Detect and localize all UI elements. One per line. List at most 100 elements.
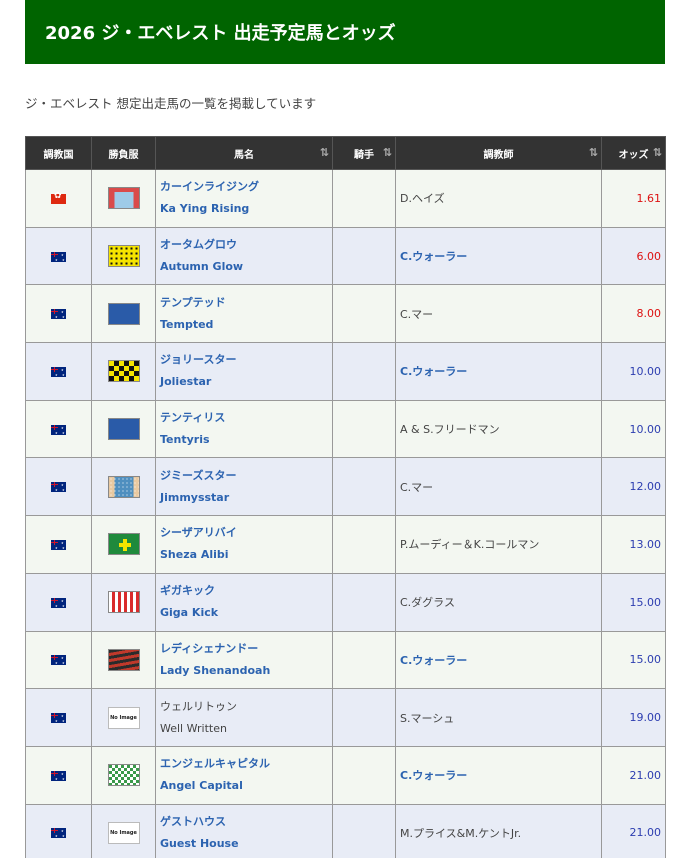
horse-name-cell: ジミーズスター Jimmysstar [155,457,333,517]
table-header-row: 調教国 勝負服 馬名 ⇅ 騎手 ⇅ 調教師 ⇅ オッズ ⇅ [25,136,666,170]
trainer-cell: C.マー [395,284,602,344]
odds-cell: 15.00 [601,630,666,690]
silk-cell [91,342,156,401]
sort-icon[interactable]: ⇅ [320,146,329,159]
horse-name-jp[interactable]: ジミーズスター [160,465,332,487]
jockey-cell [332,745,396,805]
country-cell: ★ ★ ★ [25,688,92,747]
jockey-silk-image [107,648,140,671]
horse-name-jp[interactable]: ギガキック [160,580,332,602]
column-header-jockey[interactable]: 騎手 ⇅ [332,136,396,170]
horse-name-en[interactable]: Tentyris [160,429,332,451]
page: 2026 ジ・エベレスト 出走予定馬とオッズ ジ・エベレスト 想定出走馬の一覧を… [0,0,684,858]
silk-cell [91,630,156,690]
horse-name-jp[interactable]: テンティリス [160,407,332,429]
table-row: ★ ★ ★ No Image ウェルリトゥン Well Written S.マーシュ 19.0… [25,688,666,747]
table-row: ★ ★ ★ ジミーズスター Jimmysstar C.マー 12.00 [25,457,666,517]
sort-icon[interactable]: ⇅ [383,146,392,159]
table-row: ★ ★ ★ レディシェナンドー Lady Shenandoah C.ウォーラー 15.00 [25,630,666,690]
horse-name-en[interactable]: Jimmysstar [160,487,332,509]
trainer-cell[interactable]: C.ウォーラー [395,745,602,805]
odds-cell: 19.00 [601,688,666,747]
horse-name-en[interactable]: Giga Kick [160,602,332,624]
horse-name-cell: オータムグロウ Autumn Glow [155,226,333,286]
horse-name-en[interactable]: Autumn Glow [160,256,332,278]
horse-name-en[interactable]: Joliestar [160,371,332,393]
horse-name-cell: ゲストハウス Guest House [155,803,333,858]
horse-name-jp[interactable]: オータムグロウ [160,234,332,256]
jockey-cell [332,399,396,459]
silk-cell [91,572,156,632]
column-header-horse[interactable]: 馬名 ⇅ [155,136,333,170]
odds-cell: 6.00 [601,226,666,286]
horse-name-jp[interactable]: エンジェルキャピタル [160,753,332,775]
odds-cell: 12.00 [601,457,666,517]
table-row: ★ ★ ★ テンプテッド Tempted C.マー 8.00 [25,284,666,344]
jockey-cell [332,515,396,574]
horse-name-cell: テンティリス Tentyris [155,399,333,459]
page-title-text: 2026 ジ・エベレスト 出走予定馬とオッズ [45,23,396,44]
horse-name-en[interactable]: Tempted [160,314,332,336]
odds-cell: 8.00 [601,284,666,344]
jockey-silk-image [107,533,140,556]
australia-flag-icon: ★ ★ ★ [51,251,66,262]
silk-cell [91,169,156,228]
trainer-cell: D.ヘイズ [395,169,602,228]
trainer-cell: C.ダグラス [395,572,602,632]
silk-cell: No Image [91,688,156,747]
horse-name-cell: ジョリースター Joliestar [155,342,333,401]
horse-name-en[interactable]: Guest House [160,833,332,855]
australia-flag-icon: ★ ★ ★ [51,655,66,666]
horse-name-jp[interactable]: ジョリースター [160,349,332,371]
horse-name-jp[interactable]: シーザアリバイ [160,522,332,544]
trainer-cell[interactable]: C.ウォーラー [395,630,602,690]
jockey-cell [332,572,396,632]
jockey-cell [332,284,396,344]
trainer-cell[interactable]: C.ウォーラー [395,342,602,401]
odds-cell: 13.00 [601,515,666,574]
table-row: ★ ★ ★ オータムグロウ Autumn Glow C.ウォーラー 6.00 [25,226,666,286]
table-row: ★ ★ ★ ギガキック Giga Kick C.ダグラス 15.00 [25,572,666,632]
horse-name-jp[interactable]: レディシェナンドー [160,638,332,660]
jockey-cell [332,342,396,401]
australia-flag-icon: ★ ★ ★ [51,482,66,493]
column-header-trainer[interactable]: 調教師 ⇅ [395,136,602,170]
horse-name-en[interactable]: Ka Ying Rising [160,198,332,220]
horse-name-jp: ウェルリトゥン [160,699,237,713]
trainer-cell: S.マーシュ [395,688,602,747]
table-row: ★ ★ ★ エンジェルキャピタル Angel Capital C.ウォーラー 21.00 [25,745,666,805]
jockey-silk-image [107,245,140,268]
horse-name-en[interactable]: Sheza Alibi [160,544,332,566]
horse-name-en[interactable]: Lady Shenandoah [160,660,332,682]
column-header-odds[interactable]: オッズ ⇅ [601,136,666,170]
horse-name-cell: エンジェルキャピタル Angel Capital [155,745,333,805]
sort-icon[interactable]: ⇅ [653,146,662,159]
horse-name-jp[interactable]: カーインライジング [160,176,332,198]
country-cell: ★ ★ ★ [25,745,92,805]
jockey-cell [332,688,396,747]
silk-cell [91,745,156,805]
horse-name-en[interactable]: Angel Capital [160,775,332,797]
horse-name-jp[interactable]: ゲストハウス [160,811,332,833]
horse-name-en: Well Written [160,721,227,735]
table-row: ★ ★ ★ ジョリースター Joliestar C.ウォーラー 10.00 [25,342,666,401]
horse-name-jp[interactable]: テンプテッド [160,292,332,314]
sort-icon[interactable]: ⇅ [589,146,598,159]
country-cell: ★ ★ ★ [25,342,92,401]
horse-name-cell: テンプテッド Tempted [155,284,333,344]
trainer-cell: C.マー [395,457,602,517]
country-cell: ★ ★ ★ [25,284,92,344]
odds-cell: 21.00 [601,803,666,858]
jockey-silk-image [107,302,140,325]
australia-flag-icon: ★ ★ ★ [51,597,66,608]
jockey-cell [332,630,396,690]
trainer-cell: A & S.フリードマン [395,399,602,459]
table-body: カーインライジングKa Ying Rising D.ヘイズ1.61 ★★★ オータムグ… [25,169,666,858]
australia-flag-icon: ★ ★ ★ [51,713,66,724]
jockey-silk-image [107,360,140,383]
odds-cell: 21.00 [601,745,666,805]
trainer-cell[interactable]: C.ウォーラー [395,226,602,286]
odds-cell: 10.00 [601,399,666,459]
table-row: ★ ★ ★ シーザアリバイ Sheza Alibi P.ムーディー＆K.コールマン 13.0… [25,515,666,574]
silk-cell [91,399,156,459]
